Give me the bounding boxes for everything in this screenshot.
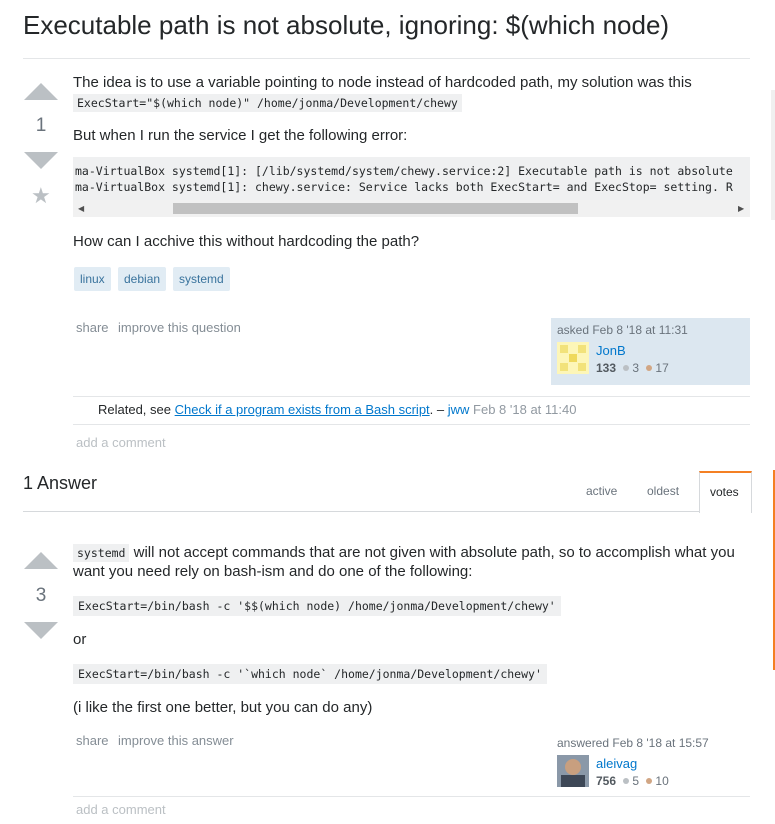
- silver-badge-icon: [623, 365, 630, 371]
- answers-divider: [23, 511, 699, 512]
- inline-code: systemd: [73, 544, 130, 562]
- inline-code-text: ExecStart="$(which node)" /home/jonma/De…: [73, 94, 462, 112]
- comment-user-link[interactable]: jww: [448, 402, 470, 417]
- sidebar-edge: [771, 90, 775, 220]
- comment-divider: [73, 424, 750, 425]
- asker-card: asked Feb 8 '18 at 11:31 JonB 133 3 17: [551, 318, 750, 385]
- answer-or: or: [73, 631, 87, 648]
- silver-badge-count: 3: [632, 361, 640, 375]
- bronze-badge-icon: [646, 778, 653, 784]
- question-text: How can I acchive this without hardcodin…: [73, 233, 420, 250]
- bronze-badge-icon: [646, 365, 653, 371]
- avatar-body: [561, 775, 585, 787]
- comment-suffix: . –: [429, 402, 445, 417]
- question-intro: The idea is to use a variable pointing t…: [73, 74, 692, 91]
- answer-line-1: systemd will not accept commands that ar…: [73, 544, 735, 562]
- error-line-1: ma-VirtualBox systemd[1]: [/lib/systemd/…: [75, 164, 733, 178]
- silver-badge-icon: [623, 778, 630, 784]
- silver-badge-count: 5: [632, 774, 640, 788]
- comment-time: Feb 8 '18 at 11:40: [473, 402, 577, 417]
- tab-votes-label: votes: [710, 485, 739, 499]
- avatar[interactable]: [557, 342, 589, 374]
- improve-question-link[interactable]: improve this question: [118, 320, 241, 335]
- downvote-icon[interactable]: [24, 152, 58, 169]
- comment: Related, see Check if a program exists f…: [98, 402, 576, 417]
- tag-linux[interactable]: linux: [74, 267, 111, 291]
- scrollbar-thumb[interactable]: [173, 203, 578, 214]
- answer-closing: (i like the first one better, but you ca…: [73, 699, 373, 716]
- code-example-1-text: ExecStart=/bin/bash -c '$$(which node) /…: [73, 596, 561, 616]
- scroll-left-icon[interactable]: ◀: [78, 204, 84, 213]
- code-example-2-text: ExecStart=/bin/bash -c '`which node` /ho…: [73, 664, 547, 684]
- horizontal-scrollbar[interactable]: ◀ ▶: [73, 200, 750, 217]
- avatar-pattern: [578, 363, 586, 371]
- avatar-pattern: [578, 345, 586, 353]
- asked-time: asked Feb 8 '18 at 11:31: [557, 323, 688, 337]
- upvote-icon[interactable]: [24, 83, 58, 100]
- code-example-1: ExecStart=/bin/bash -c '$$(which node) /…: [73, 596, 561, 616]
- share-link[interactable]: share: [76, 320, 109, 335]
- upvote-icon[interactable]: [24, 552, 58, 569]
- answerer-card: answered Feb 8 '18 at 15:57 aleivag 756 …: [551, 731, 750, 798]
- tab-oldest[interactable]: oldest: [647, 484, 679, 498]
- favorite-star-icon[interactable]: ★: [31, 183, 51, 209]
- comment-prefix: Related, see: [98, 402, 171, 417]
- answer-line-2: want you need rely on bash-ism and do on…: [73, 563, 473, 580]
- avatar-pattern: [560, 363, 568, 371]
- add-comment-link[interactable]: add a comment: [76, 435, 166, 450]
- answers-count: 1 Answer: [23, 473, 98, 493]
- avatar-face: [565, 759, 581, 775]
- page-title: Executable path is not absolute, ignorin…: [23, 10, 670, 40]
- add-comment-link[interactable]: add a comment: [76, 802, 166, 817]
- user-reputation: 133 3 17: [596, 361, 669, 375]
- tab-active[interactable]: active: [586, 484, 617, 498]
- tag-debian[interactable]: debian: [118, 267, 167, 291]
- improve-answer-link[interactable]: improve this answer: [118, 733, 234, 748]
- share-link[interactable]: share: [76, 733, 109, 748]
- user-name-link[interactable]: aleivag: [596, 756, 637, 771]
- question-score: 1: [35, 115, 47, 136]
- reputation-score: 756: [596, 774, 617, 788]
- error-code-block: ma-VirtualBox systemd[1]: [/lib/systemd/…: [73, 157, 750, 217]
- comment-link[interactable]: Check if a program exists from a Bash sc…: [175, 402, 430, 417]
- tab-votes[interactable]: votes: [699, 471, 752, 513]
- answered-time: answered Feb 8 '18 at 15:57: [557, 736, 709, 750]
- avatar-pattern: [560, 345, 568, 353]
- answer-line-1-text: will not accept commands that are not gi…: [129, 544, 735, 561]
- comment-divider: [73, 796, 750, 797]
- avatar-pattern: [569, 354, 577, 362]
- bronze-badge-count: 17: [655, 361, 669, 375]
- user-reputation: 756 5 10: [596, 774, 669, 788]
- title-divider: [23, 58, 750, 59]
- error-line-2: ma-VirtualBox systemd[1]: chewy.service:…: [75, 180, 733, 194]
- downvote-icon[interactable]: [24, 622, 58, 639]
- scroll-right-icon[interactable]: ▶: [738, 204, 744, 213]
- error-intro: But when I run the service I get the fol…: [73, 127, 408, 144]
- tag-systemd[interactable]: systemd: [173, 267, 230, 291]
- code-example-2: ExecStart=/bin/bash -c '`which node` /ho…: [73, 664, 547, 684]
- avatar[interactable]: [557, 755, 589, 787]
- answer-score: 3: [35, 585, 47, 606]
- bronze-badge-count: 10: [655, 774, 669, 788]
- comment-divider: [73, 396, 750, 397]
- reputation-score: 133: [596, 361, 617, 375]
- user-name-link[interactable]: JonB: [596, 343, 626, 358]
- inline-code: ExecStart="$(which node)" /home/jonma/De…: [73, 94, 462, 112]
